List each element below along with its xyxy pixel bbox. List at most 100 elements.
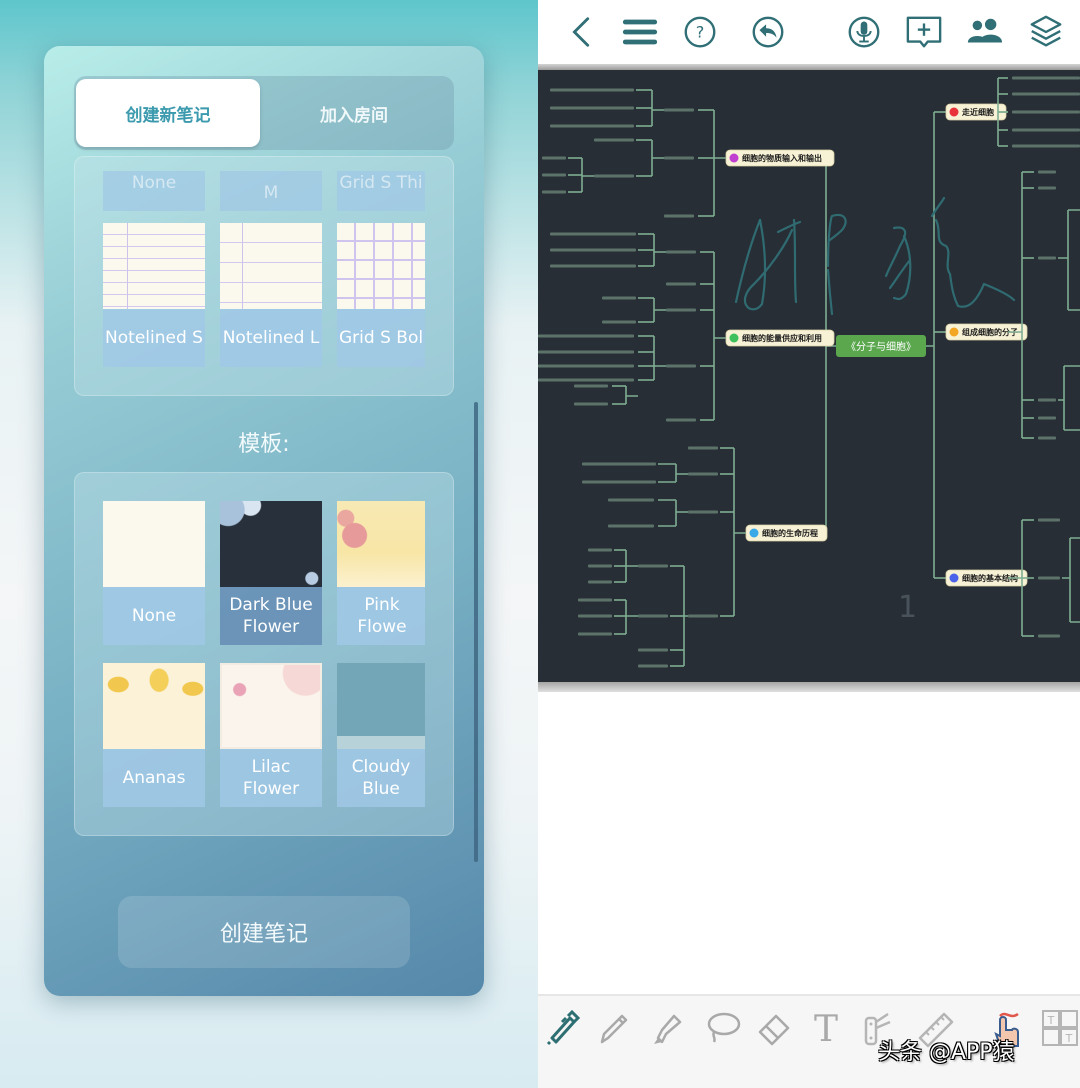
leaf-label bbox=[542, 190, 566, 194]
users-icon[interactable] bbox=[962, 10, 1006, 54]
leaf-label bbox=[594, 138, 634, 142]
lasso-icon[interactable] bbox=[700, 1006, 744, 1050]
sub-connector bbox=[653, 234, 666, 266]
leaf-label bbox=[666, 250, 696, 254]
sub-connector bbox=[713, 252, 726, 420]
help-icon[interactable]: ? bbox=[678, 10, 722, 54]
leaf-label bbox=[602, 320, 636, 324]
leaf-label bbox=[538, 350, 634, 354]
note-canvas[interactable]: 《分子与细胞》 细胞的物质输入和输出 细胞的能量供应和利用 细胞的生命历程 走近细胞 组成… bbox=[538, 70, 1080, 682]
paper-style-list[interactable]: None M Grid S Thi Notelined S Notelined … bbox=[74, 156, 454, 396]
sub-connector bbox=[581, 158, 594, 192]
tab-join-room[interactable]: 加入房间 bbox=[262, 79, 446, 147]
create-note-button[interactable]: 创建笔记 bbox=[118, 896, 410, 968]
scrollbar[interactable] bbox=[474, 402, 478, 862]
template-none[interactable]: None bbox=[103, 501, 205, 645]
leaf-label bbox=[588, 548, 612, 552]
top-toolbar: ? bbox=[538, 0, 1080, 64]
branch-dot bbox=[729, 153, 739, 163]
template-ananas[interactable]: Ananas bbox=[103, 663, 205, 807]
branch-dot bbox=[749, 528, 759, 538]
handwriting-stroke bbox=[826, 213, 847, 268]
text-tool-icon[interactable]: T bbox=[804, 1006, 848, 1050]
sub-connector bbox=[675, 500, 688, 526]
leaf-label bbox=[578, 598, 612, 602]
new-note-panel: 创建新笔记 加入房间 None M Grid S Thi Notelined S… bbox=[0, 0, 538, 1088]
sub-connector bbox=[651, 140, 664, 176]
note-editor: ? 《分子与细胞》 细胞的物质输入和输出 细胞的能量供应和利用 细胞的生命历程 走近细胞… bbox=[538, 0, 1080, 1088]
watermark: 头条 @APP猿 bbox=[878, 1040, 1015, 1065]
sub-connector bbox=[1062, 537, 1080, 623]
branch-label: 细胞的生命历程 bbox=[762, 528, 818, 538]
sub-connector bbox=[653, 336, 666, 380]
sub-connector bbox=[1058, 209, 1080, 311]
leaf-label bbox=[688, 472, 718, 476]
leaf-label bbox=[1012, 92, 1080, 96]
branch-label: 细胞的物质输入和输出 bbox=[742, 153, 822, 163]
leaf-label bbox=[1038, 576, 1060, 580]
add-comment-icon[interactable] bbox=[902, 10, 946, 54]
template-pink-flower[interactable]: Pink Flowe bbox=[337, 501, 425, 645]
leaf-label bbox=[1012, 110, 1080, 114]
leaf-label bbox=[608, 524, 654, 528]
pencil-icon[interactable] bbox=[592, 1006, 636, 1050]
branch-dot bbox=[949, 327, 959, 337]
leaf-label bbox=[638, 614, 668, 618]
eraser-icon[interactable] bbox=[752, 1006, 796, 1050]
leaf-label bbox=[550, 232, 636, 236]
leaf-label bbox=[666, 418, 696, 422]
undo-icon[interactable] bbox=[746, 10, 790, 54]
leaf-label bbox=[574, 384, 608, 388]
svg-text:T: T bbox=[1065, 1032, 1073, 1045]
branch-label: 走近细胞 bbox=[961, 107, 994, 117]
leaf-label bbox=[688, 614, 718, 618]
sub-connector bbox=[625, 550, 638, 582]
paper-option-m[interactable]: M bbox=[220, 171, 322, 211]
handwriting-stroke bbox=[776, 218, 802, 304]
leaf-label bbox=[638, 648, 668, 652]
sub-connector bbox=[625, 600, 638, 634]
handwriting-stroke bbox=[930, 196, 1016, 308]
highlighter-icon[interactable] bbox=[646, 1006, 690, 1050]
paper-option-grid-s-bold[interactable]: Grid S Bol bbox=[337, 223, 425, 367]
pen-icon[interactable] bbox=[540, 1006, 584, 1050]
template-cloudy-blue[interactable]: Cloudy Blue bbox=[337, 663, 425, 807]
leaf-label bbox=[542, 173, 566, 177]
svg-text:T: T bbox=[1047, 1014, 1055, 1027]
leaf-label bbox=[664, 108, 694, 112]
template-grid-icon[interactable]: TT bbox=[1038, 1006, 1080, 1050]
mode-segmented-control: 创建新笔记 加入房间 bbox=[74, 76, 454, 150]
paper-preview bbox=[103, 223, 205, 309]
leaf-label bbox=[578, 614, 612, 618]
leaf-label bbox=[550, 264, 636, 268]
template-preview bbox=[220, 663, 322, 749]
paper-option-notelined-l[interactable]: Notelined L bbox=[220, 223, 322, 367]
template-preview bbox=[103, 663, 205, 749]
leaf-label bbox=[688, 510, 718, 514]
branch-dot bbox=[949, 573, 959, 583]
template-lilac-flower[interactable]: Lilac Flower bbox=[220, 663, 322, 807]
leaf-label bbox=[538, 364, 634, 368]
layers-icon[interactable] bbox=[1024, 10, 1068, 54]
back-chevron-icon[interactable] bbox=[560, 10, 604, 54]
paper-option-none[interactable]: None bbox=[103, 171, 205, 211]
page-number: 1 bbox=[898, 590, 918, 625]
leaf-label bbox=[666, 364, 696, 368]
template-preview bbox=[220, 501, 322, 587]
page-edge bbox=[538, 682, 1080, 692]
sub-connector bbox=[683, 566, 688, 666]
leaf-label bbox=[666, 282, 696, 286]
branch-dot bbox=[729, 333, 739, 343]
paper-option-grid-s-thin[interactable]: Grid S Thi bbox=[337, 171, 425, 211]
leaf-label bbox=[1038, 398, 1056, 402]
leaf-label bbox=[688, 446, 718, 450]
leaf-label bbox=[538, 378, 634, 382]
paper-option-notelined-s[interactable]: Notelined S bbox=[103, 223, 205, 367]
leaf-label bbox=[1012, 76, 1080, 80]
menu-icon[interactable] bbox=[618, 10, 662, 54]
template-dark-blue-flower[interactable]: Dark Blue Flower bbox=[220, 501, 322, 645]
microphone-icon[interactable] bbox=[842, 10, 886, 54]
leaf-label bbox=[1038, 518, 1060, 522]
tab-create-new-note[interactable]: 创建新笔记 bbox=[76, 79, 260, 147]
leaf-label bbox=[538, 334, 634, 338]
